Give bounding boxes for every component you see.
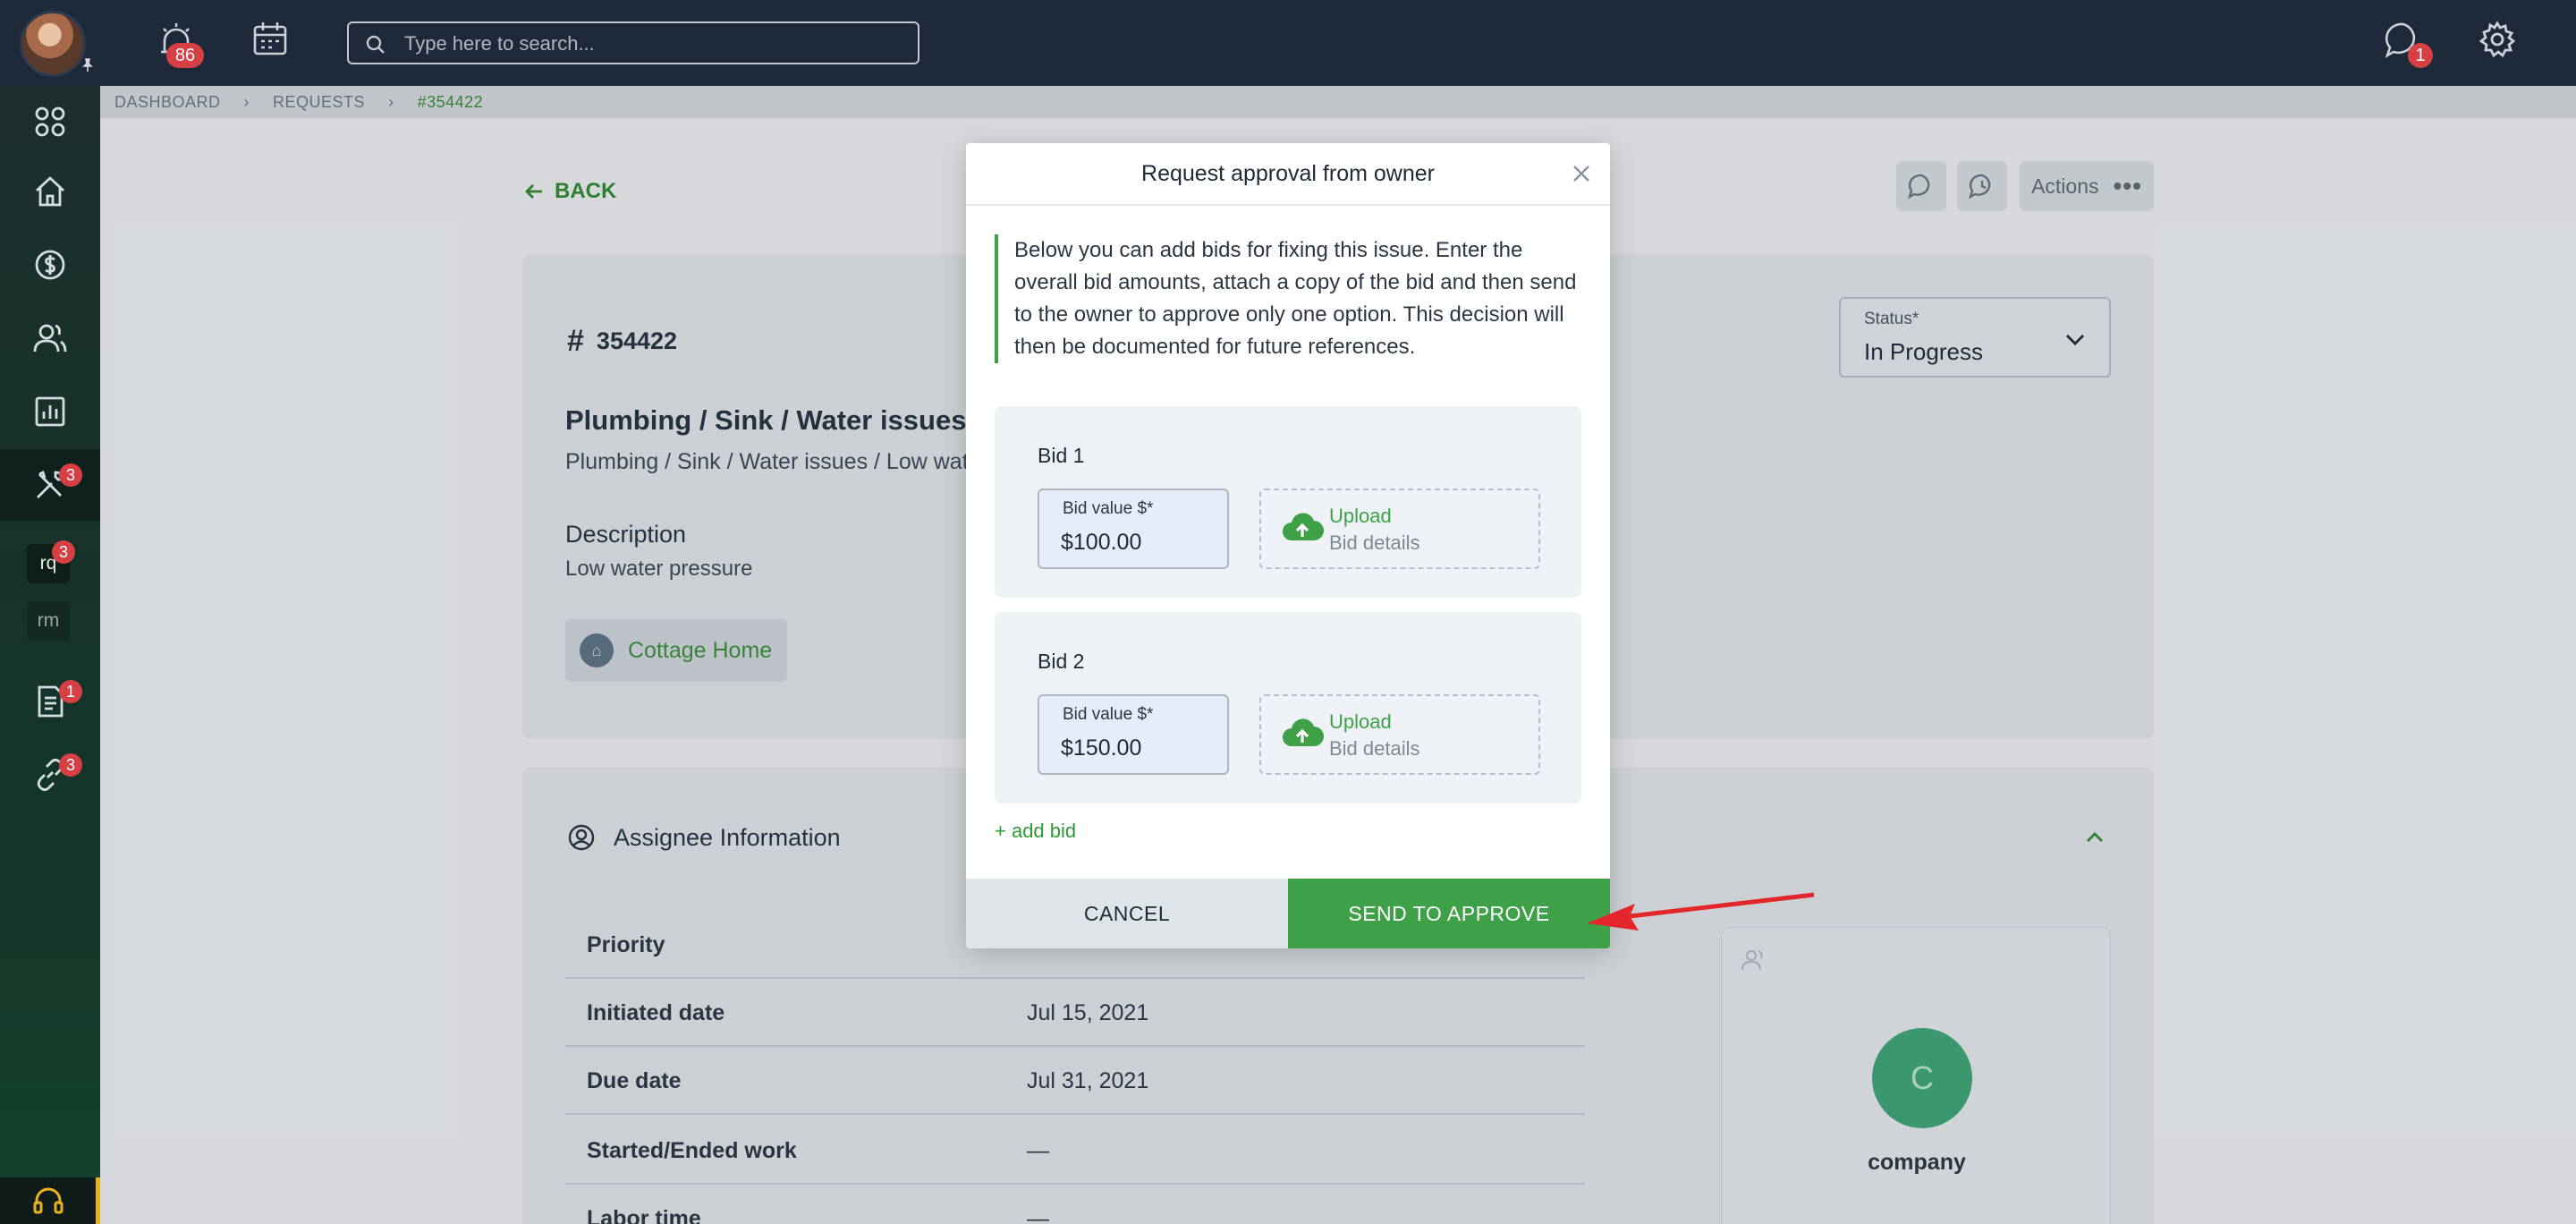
upload-bid-details[interactable]: Upload Bid details	[1259, 694, 1540, 775]
upload-label: Upload	[1329, 505, 1392, 527]
headset-icon	[33, 1187, 63, 1214]
alarm-badge: 86	[166, 43, 204, 68]
pin-icon	[80, 57, 95, 78]
request-approval-modal: Request approval from owner Below you ca…	[966, 143, 1610, 948]
cloud-upload-icon	[1283, 718, 1324, 746]
upload-sublabel: Bid details	[1329, 737, 1420, 760]
links-badge: 3	[59, 753, 82, 777]
documents-badge: 1	[59, 680, 82, 703]
upload-label: Upload	[1329, 710, 1392, 733]
sidebar-item-reports[interactable]	[0, 376, 100, 447]
bid-card: Bid 1 Bid value $* Upload Bid details	[995, 406, 1581, 598]
sidebar-item-links[interactable]	[0, 739, 100, 811]
search-icon	[366, 35, 385, 54]
bid-title: Bid 1	[1038, 444, 1085, 467]
search-box[interactable]	[347, 21, 919, 64]
search-input[interactable]	[404, 30, 905, 57]
bid-title: Bid 2	[1038, 650, 1085, 673]
bid-value-input[interactable]	[1061, 735, 1213, 761]
bid-value-label: Bid value $*	[1063, 705, 1154, 724]
sidebar-item-apps[interactable]	[0, 86, 100, 157]
rq-badge: 3	[52, 540, 75, 564]
dollar-icon	[35, 250, 65, 280]
sidebar-item-maintenance[interactable]	[0, 449, 100, 521]
apps-grid-icon	[35, 106, 65, 137]
user-avatar[interactable]	[20, 11, 86, 77]
sidebar: 3 rq 3 rm 1 3	[0, 86, 100, 1224]
home-icon	[36, 176, 64, 207]
sidebar-item-rm[interactable]: rm	[27, 601, 70, 641]
sidebar-item-people[interactable]	[0, 302, 100, 374]
sidebar-item-home[interactable]	[0, 156, 100, 227]
support-button[interactable]	[0, 1177, 100, 1224]
modal-title: Request approval from owner	[1141, 161, 1435, 186]
top-bar: 86 1	[0, 0, 2576, 86]
sidebar-item-documents[interactable]	[0, 666, 100, 737]
cancel-button[interactable]: CANCEL	[966, 879, 1288, 948]
sidebar-item-finance[interactable]	[0, 229, 100, 301]
gear-icon[interactable]	[2478, 20, 2521, 63]
cloud-upload-icon	[1283, 513, 1324, 540]
bid-value-input[interactable]	[1061, 530, 1213, 556]
upload-sublabel: Bid details	[1329, 531, 1420, 554]
add-bid-link[interactable]: + add bid	[995, 820, 1076, 843]
bid-value-label: Bid value $*	[1063, 499, 1154, 518]
modal-header: Request approval from owner	[966, 143, 1610, 206]
modal-info-text: Below you can add bids for fixing this i…	[995, 234, 1581, 363]
calendar-icon[interactable]	[250, 20, 293, 63]
close-icon	[1573, 166, 1589, 182]
chat-badge: 1	[2408, 43, 2433, 68]
bid-value-field[interactable]: Bid value $*	[1038, 489, 1229, 569]
chart-icon	[35, 396, 65, 427]
close-button[interactable]	[1563, 156, 1599, 191]
bid-value-field[interactable]: Bid value $*	[1038, 694, 1229, 775]
send-to-approve-button[interactable]: SEND TO APPROVE	[1288, 879, 1610, 948]
people-icon	[33, 324, 67, 353]
annotation-arrow	[1587, 892, 1815, 931]
bid-card: Bid 2 Bid value $* Upload Bid details	[995, 612, 1581, 803]
maintenance-badge: 3	[59, 463, 82, 487]
upload-bid-details[interactable]: Upload Bid details	[1259, 489, 1540, 569]
